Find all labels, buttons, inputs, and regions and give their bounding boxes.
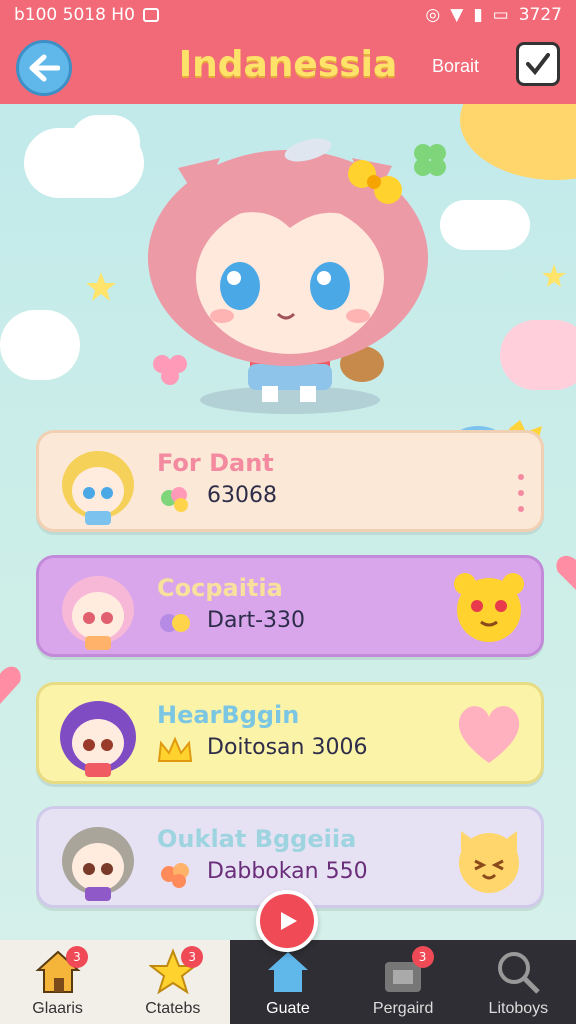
app-screen: b100 5018 H0 ◎ ▼ ▮ ▭ 3727 Indanessia Bor… bbox=[0, 0, 576, 1024]
nav-label: Pergaird bbox=[372, 1000, 434, 1017]
battery-icon: ▭ bbox=[492, 5, 509, 25]
card-value: Dart-330 bbox=[207, 608, 306, 633]
heart-icon bbox=[0, 666, 21, 704]
status-bar: b100 5018 H0 ◎ ▼ ▮ ▭ 3727 bbox=[0, 0, 576, 30]
page-title: Indanessia bbox=[178, 44, 398, 85]
check-icon bbox=[526, 53, 550, 76]
candy-icon bbox=[160, 614, 190, 632]
cloud-decoration bbox=[0, 310, 80, 380]
heart-icon bbox=[556, 555, 576, 590]
nav-label: Glaaris bbox=[32, 1000, 83, 1017]
status-left-text: b100 5018 H0 bbox=[14, 5, 135, 25]
wifi-icon: ▼ bbox=[450, 5, 464, 25]
avatar bbox=[62, 451, 134, 525]
list-item[interactable]: Cocpaitia Dart-330 bbox=[36, 555, 544, 657]
flower-icon bbox=[161, 487, 188, 512]
star-icon bbox=[542, 264, 566, 287]
nav-label: Ctatebs bbox=[145, 1000, 201, 1017]
nav-item-home[interactable]: 3 Glaaris bbox=[0, 940, 116, 1024]
notification-badge: 3 bbox=[181, 946, 204, 968]
card-name: Cocpaitia bbox=[157, 574, 283, 602]
nav-item-stars[interactable]: 3 Ctatebs bbox=[115, 940, 231, 1024]
cloud-decoration bbox=[440, 200, 530, 250]
notification-badge: 3 bbox=[66, 946, 88, 968]
play-button[interactable] bbox=[256, 890, 318, 952]
avatar bbox=[62, 827, 134, 901]
cloud-decoration bbox=[500, 320, 576, 390]
alarm-icon: ◎ bbox=[425, 5, 441, 25]
house-icon bbox=[267, 952, 308, 992]
list-item[interactable]: For Dant 63068 bbox=[36, 430, 544, 532]
dots-icon bbox=[518, 474, 524, 512]
nav-item-search[interactable]: Litoboys bbox=[460, 940, 576, 1024]
avatar bbox=[62, 576, 134, 650]
card-name: HearBggin bbox=[157, 701, 300, 729]
nav-label: Litoboys bbox=[488, 1000, 549, 1017]
hero-character-image bbox=[148, 138, 428, 414]
card-name: Ouklat Bggeiia bbox=[157, 825, 357, 853]
star-icon bbox=[86, 272, 116, 301]
crown-icon bbox=[157, 736, 193, 762]
header-bar: Indanessia Borait bbox=[0, 30, 576, 104]
signal-icon: ▮ bbox=[473, 5, 483, 25]
avatar bbox=[60, 701, 136, 777]
card-value: Dabbokan 550 bbox=[207, 859, 368, 884]
nav-item-guate[interactable]: Guate bbox=[230, 940, 346, 1024]
search-icon bbox=[498, 952, 541, 994]
nav-item-pergaird[interactable]: 3 Pergaird bbox=[345, 940, 461, 1024]
card-value: Doitosan 3006 bbox=[207, 735, 368, 760]
notification-icon bbox=[142, 8, 159, 22]
list-item[interactable]: HearBggin Doitosan 3006 bbox=[36, 682, 544, 784]
check-button[interactable] bbox=[516, 42, 560, 86]
header-link[interactable]: Borait bbox=[432, 56, 479, 77]
card-value: 63068 bbox=[207, 483, 277, 508]
card-name: For Dant bbox=[157, 449, 274, 477]
nav-label: Guate bbox=[266, 1000, 310, 1017]
cat-face-icon bbox=[459, 831, 519, 893]
bear-face-icon bbox=[454, 573, 524, 642]
flower-icon bbox=[161, 863, 189, 888]
bottom-nav: 3 Glaaris 3 Ctatebs Guate 3 Pergaird Lit… bbox=[0, 940, 576, 1024]
notification-badge: 3 bbox=[411, 946, 434, 968]
heart-icon bbox=[458, 706, 520, 763]
status-time: 3727 bbox=[518, 5, 562, 25]
play-icon bbox=[281, 912, 297, 930]
